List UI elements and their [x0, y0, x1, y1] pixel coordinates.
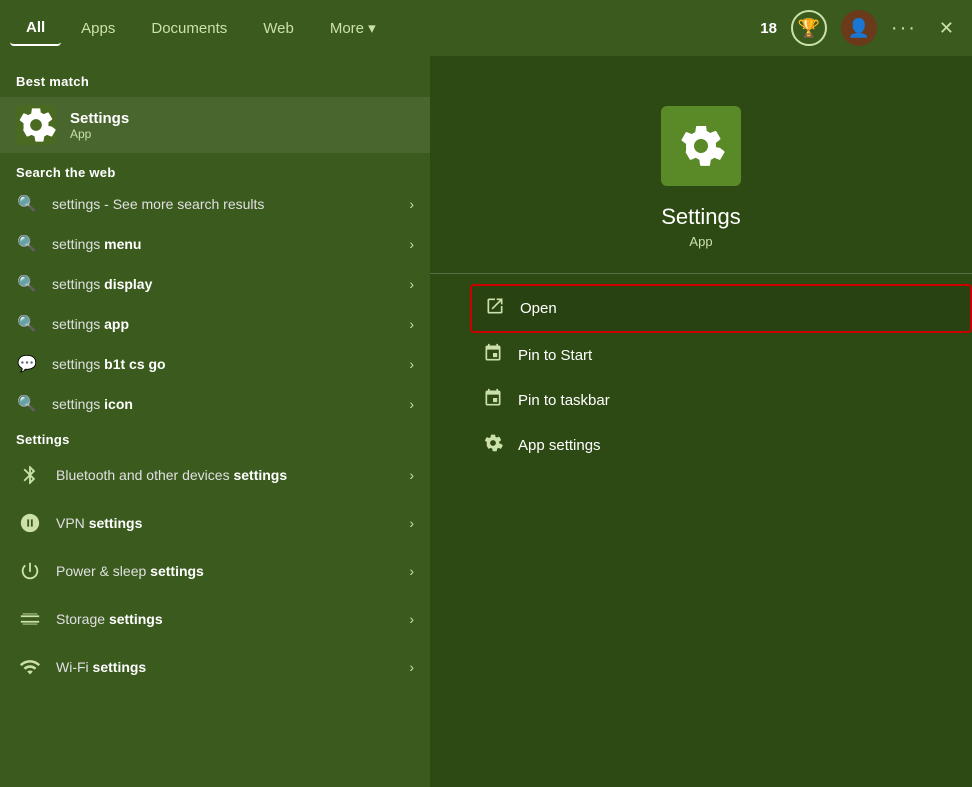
search-icon-5: 🔍 — [16, 393, 38, 415]
search-result-5[interactable]: 🔍 settings icon › — [0, 384, 430, 424]
chevron-1: › — [409, 236, 414, 252]
result-text-4: settings b1t cs go — [52, 356, 409, 372]
settings-vpn[interactable]: VPN settings › — [0, 499, 430, 547]
search-result-0[interactable]: 🔍 settings - See more search results › — [0, 184, 430, 224]
settings-bluetooth[interactable]: Bluetooth and other devices settings › — [0, 451, 430, 499]
search-icon-3: 🔍 — [16, 313, 38, 335]
tab-apps[interactable]: Apps — [65, 12, 131, 45]
chevron-vpn: › — [409, 515, 414, 531]
top-bar: All Apps Documents Web More ▾ 18 🏆 👤 ···… — [0, 0, 972, 56]
app-settings-label: App settings — [518, 437, 601, 454]
best-match-text: Settings App — [70, 110, 129, 141]
pin-taskbar-icon — [482, 388, 504, 413]
settings-app-icon — [16, 105, 56, 145]
chat-icon-4: 💬 — [16, 353, 38, 375]
close-button[interactable]: ✕ — [931, 14, 962, 43]
chevron-power: › — [409, 563, 414, 579]
result-text-3: settings app — [52, 316, 409, 332]
settings-power[interactable]: Power & sleep settings › — [0, 547, 430, 595]
pin-taskbar-label: Pin to taskbar — [518, 392, 610, 409]
main-content: Best match Settings App Search the web 🔍… — [0, 56, 972, 787]
power-text: Power & sleep settings — [56, 563, 409, 579]
best-match-title: Settings — [70, 110, 129, 127]
chevron-3: › — [409, 316, 414, 332]
best-match-heading: Best match — [0, 66, 430, 93]
search-icon-0: 🔍 — [16, 193, 38, 215]
divider — [430, 273, 972, 274]
search-result-3[interactable]: 🔍 settings app › — [0, 304, 430, 344]
tab-documents[interactable]: Documents — [135, 12, 243, 45]
chevron-4: › — [409, 356, 414, 372]
best-match-item[interactable]: Settings App — [0, 97, 430, 153]
open-icon — [484, 296, 506, 321]
chevron-storage: › — [409, 611, 414, 627]
score-badge: 18 — [760, 20, 777, 37]
tab-more[interactable]: More ▾ — [314, 11, 392, 45]
pin-start-button[interactable]: Pin to Start — [470, 333, 972, 378]
chevron-5: › — [409, 396, 414, 412]
chevron-0: › — [409, 196, 414, 212]
search-icon-1: 🔍 — [16, 233, 38, 255]
tab-all[interactable]: All — [10, 11, 61, 46]
storage-icon — [16, 605, 44, 633]
wifi-icon — [16, 653, 44, 681]
right-panel: Settings App Open Pi — [430, 56, 972, 787]
avatar[interactable]: 👤 — [841, 10, 877, 46]
search-result-4[interactable]: 💬 settings b1t cs go › — [0, 344, 430, 384]
chevron-2: › — [409, 276, 414, 292]
search-web-heading: Search the web — [0, 157, 430, 184]
search-icon-2: 🔍 — [16, 273, 38, 295]
result-text-2: settings display — [52, 276, 409, 292]
power-icon — [16, 557, 44, 585]
tab-web[interactable]: Web — [247, 12, 310, 45]
search-result-2[interactable]: 🔍 settings display › — [0, 264, 430, 304]
chevron-wifi: › — [409, 659, 414, 675]
search-result-1[interactable]: 🔍 settings menu › — [0, 224, 430, 264]
settings-wifi[interactable]: Wi-Fi settings › — [0, 643, 430, 691]
pin-start-icon — [482, 343, 504, 368]
chevron-bluetooth: › — [409, 467, 414, 483]
vpn-text: VPN settings — [56, 515, 409, 531]
result-text-5: settings icon — [52, 396, 409, 412]
settings-storage[interactable]: Storage settings › — [0, 595, 430, 643]
best-match-subtitle: App — [70, 127, 129, 141]
app-name-large: Settings — [661, 204, 741, 230]
pin-start-label: Pin to Start — [518, 347, 592, 364]
wifi-text: Wi-Fi settings — [56, 659, 409, 675]
app-settings-icon — [482, 433, 504, 458]
app-preview: Settings App — [430, 86, 972, 273]
result-text-1: settings menu — [52, 236, 409, 252]
trophy-icon[interactable]: 🏆 — [791, 10, 827, 46]
pin-taskbar-button[interactable]: Pin to taskbar — [470, 378, 972, 423]
bluetooth-icon — [16, 461, 44, 489]
open-button[interactable]: Open — [470, 284, 972, 333]
vpn-icon — [16, 509, 44, 537]
app-icon-large — [661, 106, 741, 186]
app-type-large: App — [689, 234, 712, 249]
storage-text: Storage settings — [56, 611, 409, 627]
settings-heading: Settings — [0, 424, 430, 451]
left-panel: Best match Settings App Search the web 🔍… — [0, 56, 430, 787]
app-settings-button[interactable]: App settings — [470, 423, 972, 468]
ellipsis-button[interactable]: ··· — [891, 17, 917, 40]
open-label: Open — [520, 300, 557, 317]
bluetooth-text: Bluetooth and other devices settings — [56, 467, 409, 483]
action-list: Open Pin to Start Pin to taskbar — [430, 284, 972, 468]
result-text-0: settings - See more search results — [52, 196, 409, 212]
